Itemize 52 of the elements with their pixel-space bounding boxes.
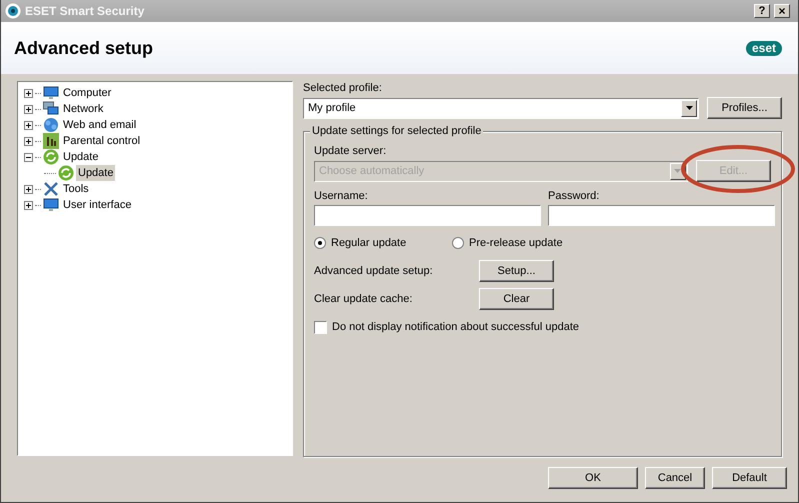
- dialog-button[interactable]: OK: [548, 467, 638, 489]
- expand-toggle[interactable]: [24, 104, 33, 114]
- tree-item[interactable]: Parental control: [61, 132, 142, 150]
- field-label: Password:: [548, 189, 600, 203]
- group-legend: Update settings for selected profile: [310, 124, 484, 138]
- help-button[interactable]: ?: [754, 4, 770, 18]
- globe-icon: [43, 117, 59, 133]
- profile-dropdown[interactable]: My profile: [303, 98, 699, 118]
- page-title: Advanced setup: [14, 36, 154, 60]
- expand-toggle[interactable]: [24, 184, 33, 194]
- tree-item[interactable]: Update: [61, 148, 100, 166]
- checkbox[interactable]: [314, 320, 327, 334]
- logo: eset: [746, 40, 782, 56]
- window-title: ESET Smart Security: [25, 3, 146, 20]
- radio-button[interactable]: [452, 237, 464, 249]
- profiles-button[interactable]: Profiles...: [707, 97, 782, 119]
- tree-item[interactable]: User interface: [61, 196, 134, 214]
- checkbox-label: Do not display notification about successful update: [332, 320, 580, 335]
- monitor-icon: [43, 85, 59, 101]
- field-label: Username:: [314, 189, 369, 203]
- radio-button[interactable]: [314, 237, 326, 249]
- expand-toggle[interactable]: [24, 88, 33, 98]
- dialog-button[interactable]: Cancel: [645, 467, 705, 489]
- field-label: Selected profile:: [303, 81, 383, 95]
- clear-button[interactable]: Clear: [479, 288, 554, 310]
- radio-label: Pre-release update: [469, 236, 563, 251]
- collapse-toggle[interactable]: [24, 152, 33, 162]
- tree-item[interactable]: Tools: [61, 180, 91, 198]
- dialog-button[interactable]: Default: [712, 467, 787, 489]
- close-button[interactable]: ×: [774, 4, 790, 18]
- field-label: Update server:: [314, 144, 388, 158]
- username-field[interactable]: [314, 205, 541, 226]
- eye-icon: [5, 3, 21, 19]
- tree-item[interactable]: Computer: [61, 84, 114, 102]
- refresh-icon: [58, 165, 74, 181]
- field-label: Advanced update setup:: [314, 264, 434, 279]
- dropdown-arrow-icon: [674, 169, 682, 173]
- setup-button[interactable]: Setup...: [479, 260, 554, 282]
- expand-toggle[interactable]: [24, 136, 33, 146]
- expand-toggle[interactable]: [24, 200, 33, 210]
- refresh-icon: [43, 149, 59, 165]
- radio-label: Regular update: [331, 236, 406, 251]
- field-label: Clear update cache:: [314, 292, 414, 307]
- tree-item[interactable]: Network: [61, 100, 106, 118]
- monitor-icon: [43, 197, 59, 213]
- tools-icon: [43, 181, 59, 197]
- password-field[interactable]: [548, 205, 775, 226]
- expand-toggle[interactable]: [24, 120, 33, 130]
- tree-item[interactable]: Update: [76, 164, 116, 182]
- dropdown-arrow-icon: [686, 106, 692, 110]
- network-icon: [43, 101, 59, 117]
- tree-item[interactable]: Web and email: [61, 116, 138, 134]
